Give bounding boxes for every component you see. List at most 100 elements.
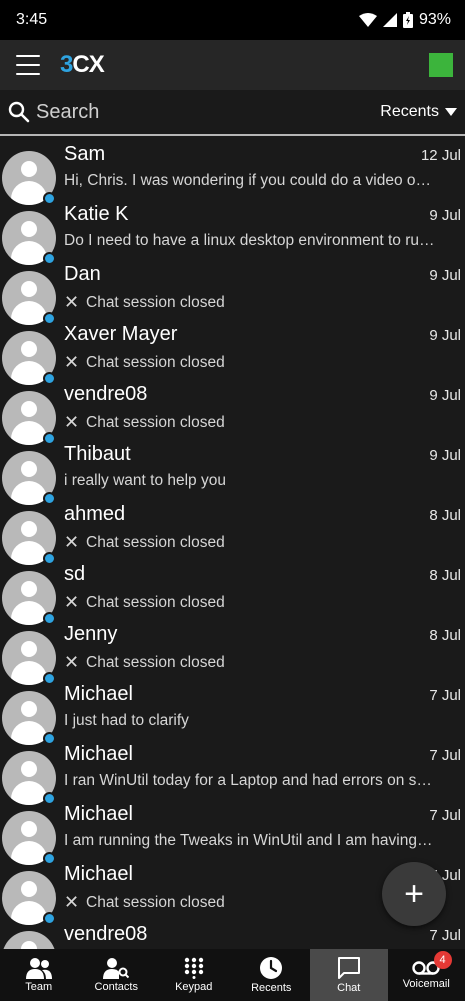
chat-item-header: Michael 7 Jul <box>64 743 461 766</box>
avatar-container <box>0 557 60 625</box>
chat-item-body: sd 8 Jul ✕ Chat session closed <box>60 557 465 617</box>
message-preview: I am running the Tweaks in WinUtil and I… <box>64 832 440 850</box>
session-closed-icon: ✕ <box>64 412 80 432</box>
avatar-container <box>0 257 60 325</box>
status-bar: 3:45 93% <box>0 0 465 40</box>
nav-voicemail[interactable]: Voicemail 4 <box>388 949 465 1001</box>
chat-item-body: Thibaut 9 Jul i really want to help you <box>60 437 465 497</box>
chat-list-item[interactable]: Dan 9 Jul ✕ Chat session closed <box>0 257 465 325</box>
nav-contacts[interactable]: Contacts <box>78 949 156 1001</box>
menu-icon[interactable] <box>16 55 40 75</box>
chat-list-item[interactable]: Sam 12 Jul Hi, Chris. I was wondering if… <box>0 137 465 205</box>
chat-item-body: Michael 7 Jul I just had to clarify <box>60 677 465 737</box>
new-chat-button[interactable]: + <box>382 862 446 926</box>
chat-item-header: ahmed 8 Jul <box>64 503 461 526</box>
preview-text: I just had to clarify <box>64 712 189 729</box>
avatar-container <box>0 317 60 385</box>
chat-item-body: Katie K 9 Jul Do I need to have a linux … <box>60 197 465 257</box>
chat-list-item[interactable]: Jenny 8 Jul ✕ Chat session closed <box>0 617 465 685</box>
avatar-head-shape <box>21 161 37 177</box>
app-logo: 3CX <box>60 51 105 78</box>
keypad-icon <box>184 957 203 979</box>
message-preview: Hi, Chris. I was wondering if you could … <box>64 172 440 190</box>
presence-status-indicator[interactable] <box>429 53 453 77</box>
chat-item-body: ahmed 8 Jul ✕ Chat session closed <box>60 497 465 557</box>
chat-date: 9 Jul <box>429 207 461 224</box>
team-icon <box>25 958 52 979</box>
session-closed-icon: ✕ <box>64 592 80 612</box>
message-preview: ✕ Chat session closed <box>64 652 440 673</box>
chat-list-item[interactable]: sd 8 Jul ✕ Chat session closed <box>0 557 465 625</box>
cell-signal-icon <box>382 13 397 27</box>
message-preview: i really want to help you <box>64 472 440 490</box>
avatar-container <box>0 677 60 745</box>
message-preview: ✕ Chat session closed <box>64 292 440 313</box>
avatar-head-shape <box>21 821 37 837</box>
chat-list-item[interactable]: Michael 7 Jul I just had to clarify <box>0 677 465 745</box>
avatar-head-shape <box>21 701 37 717</box>
chat-icon <box>337 957 360 979</box>
avatar-head-shape <box>21 881 37 897</box>
avatar-head-shape <box>21 761 37 777</box>
avatar-container <box>0 857 60 925</box>
chat-date: 9 Jul <box>429 387 461 404</box>
contact-name: Michael <box>64 863 133 885</box>
avatar-container <box>0 917 60 949</box>
status-time: 3:45 <box>16 11 48 28</box>
chat-item-header: Jenny 8 Jul <box>64 623 461 646</box>
dropdown-arrow-icon <box>445 108 457 116</box>
chat-list-item[interactable]: Thibaut 9 Jul i really want to help you <box>0 437 465 505</box>
session-closed-icon: ✕ <box>64 532 80 552</box>
chat-item-header: Sam 12 Jul <box>64 143 461 166</box>
avatar-container <box>0 377 60 445</box>
contact-name: Katie K <box>64 203 129 225</box>
status-icons: 93% <box>358 11 451 29</box>
chat-item-body: Michael 7 Jul I ran WinUtil today for a … <box>60 737 465 797</box>
chat-item-body: Dan 9 Jul ✕ Chat session closed <box>60 257 465 317</box>
chat-date: 12 Jul <box>420 147 461 164</box>
chat-item-body: Jenny 8 Jul ✕ Chat session closed <box>60 617 465 677</box>
contact-name: Sam <box>64 143 106 165</box>
avatar-head-shape <box>21 641 37 657</box>
recents-icon <box>260 957 283 979</box>
preview-text: Chat session closed <box>86 293 225 311</box>
session-closed-icon: ✕ <box>64 652 80 672</box>
avatar-head-shape <box>21 401 37 417</box>
battery-percent: 93% <box>418 11 451 28</box>
chat-list-item[interactable]: Michael 7 Jul I am running the Tweaks in… <box>0 797 465 865</box>
search-placeholder: Search <box>36 100 100 123</box>
message-preview: I just had to clarify <box>64 712 440 730</box>
contact-name: Michael <box>64 683 133 705</box>
chat-list-item[interactable]: Xaver Mayer 9 Jul ✕ Chat session closed <box>0 317 465 385</box>
chat-item-header: vendre08 7 Jul <box>64 923 461 946</box>
avatar-head-shape <box>21 521 37 537</box>
chat-date: 7 Jul <box>429 747 461 764</box>
avatar-head-shape <box>21 941 37 949</box>
chat-date: 8 Jul <box>429 627 461 644</box>
avatar-head-shape <box>21 461 37 477</box>
message-preview: ✕ Chat session closed <box>64 532 440 553</box>
chat-item-header: Michael 7 Jul <box>64 803 461 826</box>
contact-name: Thibaut <box>64 443 131 465</box>
chat-list-item[interactable]: Michael 7 Jul I ran WinUtil today for a … <box>0 737 465 805</box>
nav-team[interactable]: Team <box>0 949 78 1001</box>
chat-list-item[interactable]: vendre08 7 Jul <box>0 917 465 949</box>
search-input[interactable]: Search <box>8 101 380 124</box>
chat-list-item[interactable]: vendre08 9 Jul ✕ Chat session closed <box>0 377 465 445</box>
preview-text: Chat session closed <box>86 353 225 371</box>
message-preview: Do I need to have a linux desktop enviro… <box>64 232 440 250</box>
chat-date: 8 Jul <box>429 507 461 524</box>
nav-keypad[interactable]: Keypad <box>155 949 233 1001</box>
preview-text: i really want to help you <box>64 472 226 489</box>
avatar-head-shape <box>21 281 37 297</box>
avatar-container <box>0 797 60 865</box>
contact-name: Jenny <box>64 623 118 645</box>
avatar-container <box>0 437 60 505</box>
chat-list-item[interactable]: ahmed 8 Jul ✕ Chat session closed <box>0 497 465 565</box>
chat-list-item[interactable]: Katie K 9 Jul Do I need to have a linux … <box>0 197 465 265</box>
nav-recents[interactable]: Recents <box>233 949 311 1001</box>
chat-item-header: Dan 9 Jul <box>64 263 461 286</box>
avatar-container <box>0 737 60 805</box>
nav-chat[interactable]: Chat <box>310 949 388 1001</box>
recents-filter-dropdown[interactable]: Recents <box>380 103 457 121</box>
